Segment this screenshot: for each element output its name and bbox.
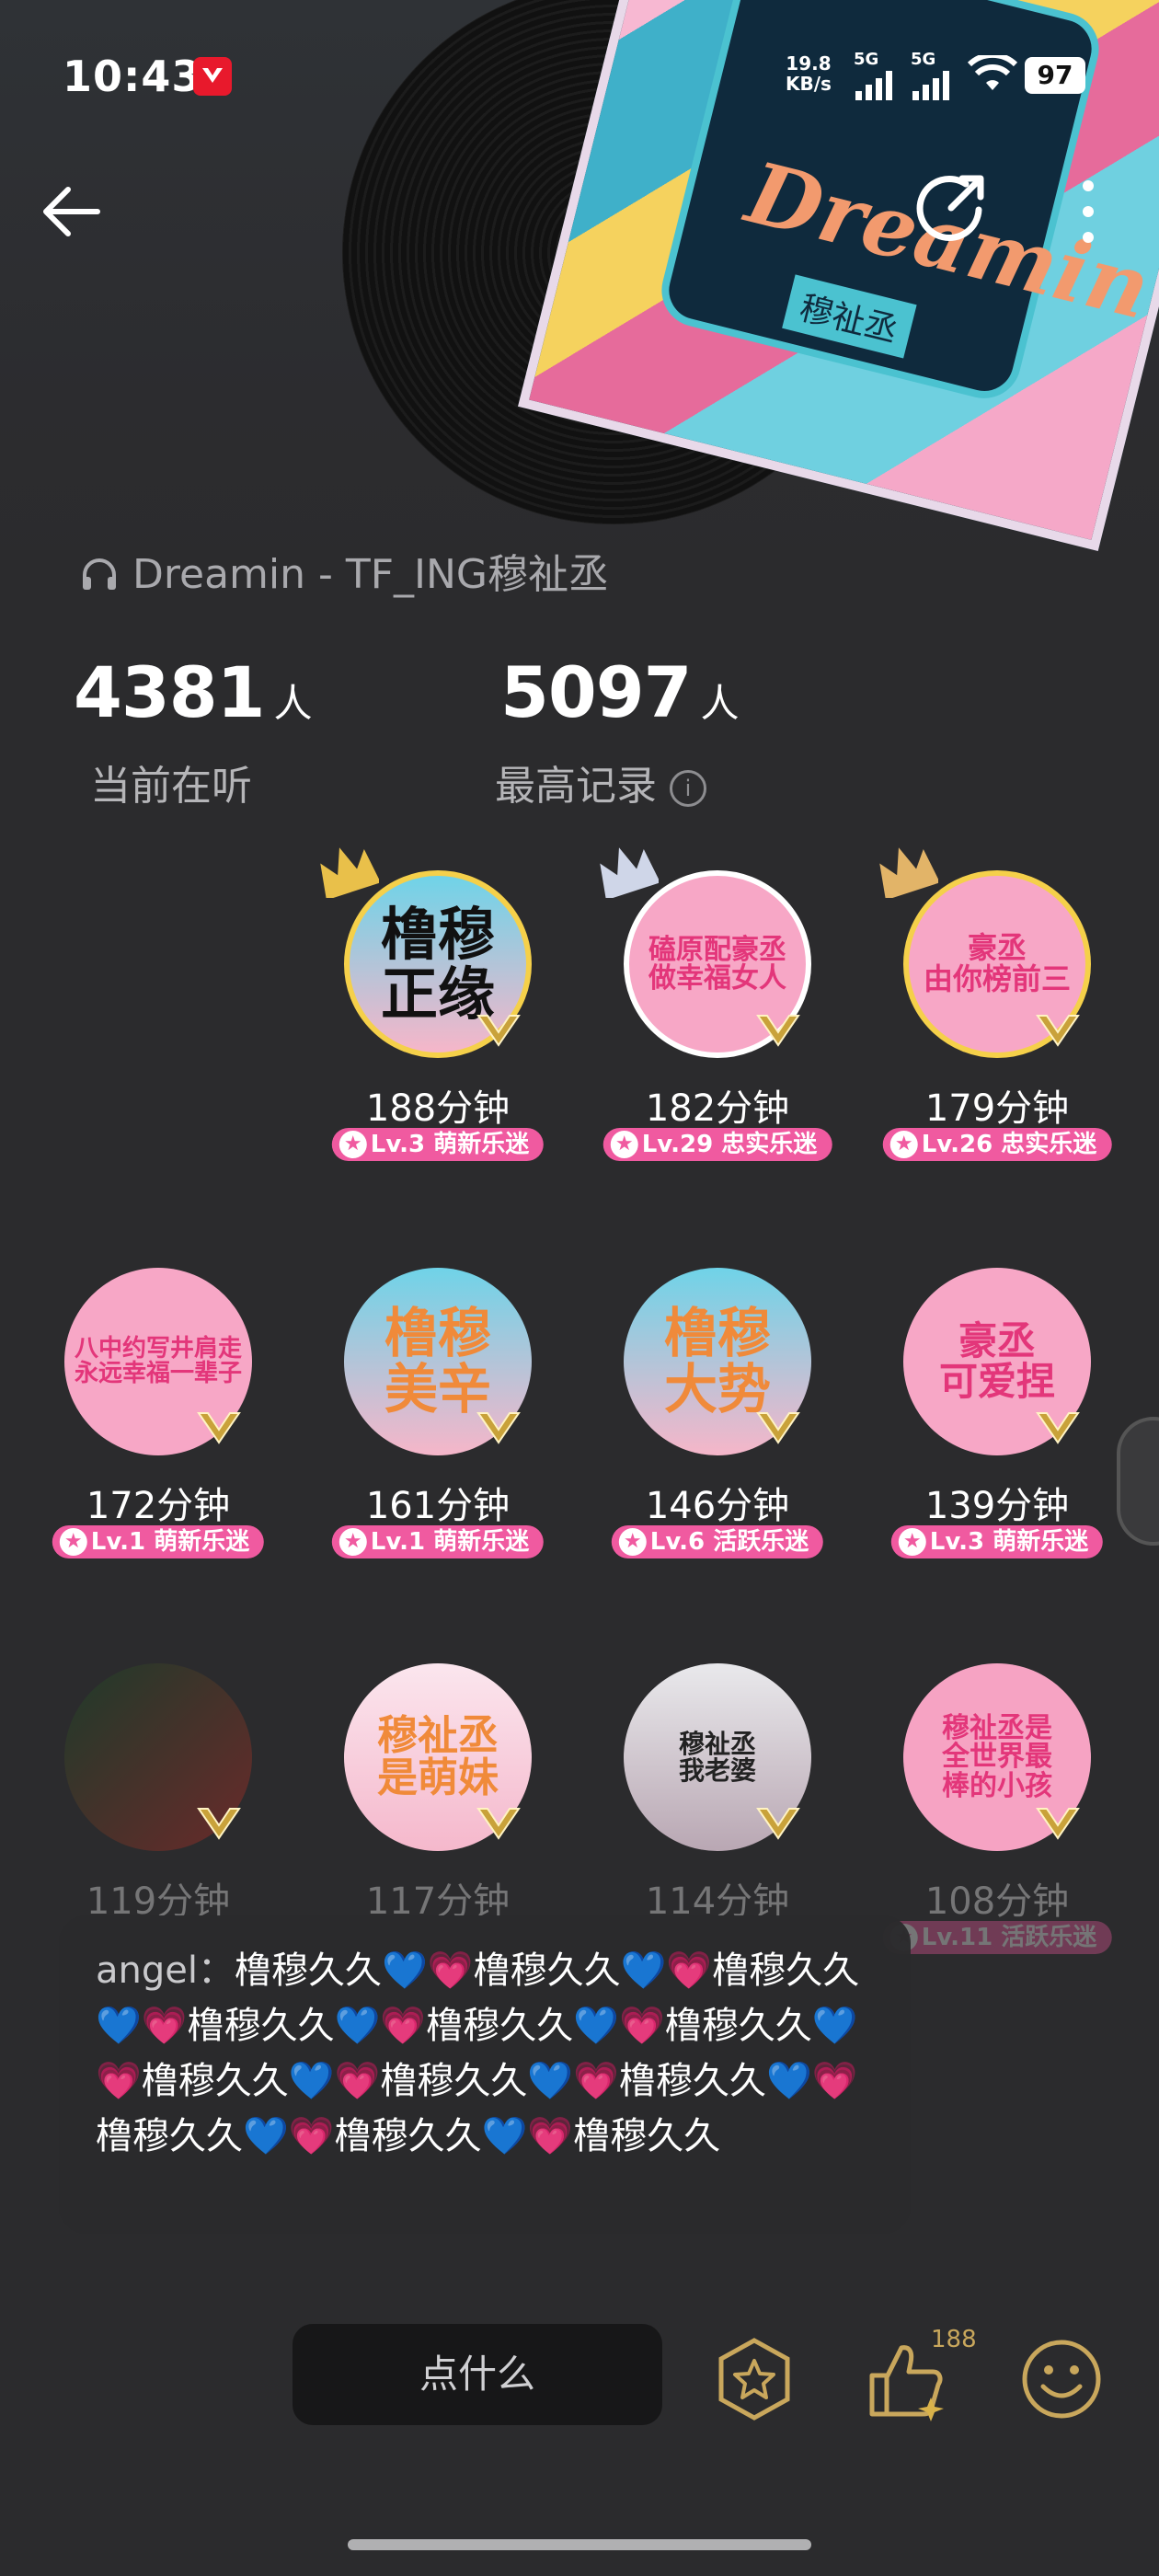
signal-icon-1: 5G bbox=[854, 50, 898, 104]
listen-minutes: 139分钟 bbox=[924, 1485, 1070, 1527]
info-icon[interactable]: i bbox=[670, 770, 706, 807]
status-bar: 10:43 19.8 KB/s 5G 5G 97 bbox=[0, 0, 1159, 147]
fan-level-badge: Lv.1 萌新乐迷 bbox=[52, 1525, 265, 1558]
vip-badge-icon bbox=[1036, 1412, 1080, 1444]
signal-1-label: 5G bbox=[854, 50, 879, 69]
crown-icon bbox=[320, 847, 379, 898]
current-listeners-stat: 4381 人 当前在听 bbox=[74, 651, 313, 810]
listener-card[interactable]: 磕原配豪丞 做幸福女人182分钟Lv.29 忠实乐迷 bbox=[580, 847, 855, 1202]
net-speed-value: 19.8 bbox=[786, 52, 832, 75]
vip-badge-icon bbox=[476, 1808, 521, 1840]
fan-level-badge: Lv.3 萌新乐迷 bbox=[331, 1128, 545, 1161]
vip-badge-icon bbox=[756, 1015, 800, 1047]
battery-indicator: 97 bbox=[1025, 57, 1085, 94]
vip-badge-icon bbox=[1036, 1015, 1080, 1047]
share-icon[interactable] bbox=[911, 167, 992, 248]
comment-colon: ： bbox=[197, 1949, 235, 1992]
emoji-smile-icon[interactable] bbox=[1016, 2333, 1107, 2425]
notification-app-icon bbox=[193, 57, 232, 96]
wifi-icon bbox=[968, 55, 1017, 90]
record-listeners-stat: 5097 人 最高记录 i bbox=[495, 651, 740, 810]
like-count: 188 bbox=[931, 2326, 977, 2353]
fan-level-badge: Lv.11 活跃乐迷 bbox=[882, 1921, 1112, 1954]
net-speed: 19.8 KB/s bbox=[786, 53, 832, 94]
listener-card[interactable]: 豪丞 由你榜前三179分钟Lv.26 忠实乐迷 bbox=[859, 847, 1135, 1202]
floating-avatar-bubble[interactable] bbox=[1117, 1417, 1159, 1546]
record-listeners-label: 最高记录 i bbox=[495, 753, 706, 811]
vip-badge-icon bbox=[756, 1808, 800, 1840]
record-listeners-value: 5097 bbox=[500, 651, 693, 733]
crown-icon bbox=[600, 847, 659, 898]
listener-card[interactable]: 橹穆 正缘188分钟Lv.3 萌新乐迷 bbox=[300, 847, 576, 1202]
listen-minutes: 188分钟 bbox=[365, 1087, 511, 1130]
listen-minutes: 179分钟 bbox=[924, 1087, 1070, 1130]
listen-minutes: 182分钟 bbox=[645, 1087, 790, 1130]
listen-minutes: 172分钟 bbox=[86, 1485, 231, 1527]
fan-level-badge: Lv.3 萌新乐迷 bbox=[890, 1525, 1104, 1558]
comment-overlay[interactable]: angel：橹穆久久💙💗橹穆久久💙💗橹穆久久💙💗橹穆久久💙💗橹穆久久💙💗橹穆久久… bbox=[59, 1915, 911, 2234]
fan-level-badge: Lv.29 忠实乐迷 bbox=[602, 1128, 832, 1161]
listener-card[interactable]: 橹穆 美辛161分钟Lv.1 萌新乐迷 bbox=[300, 1268, 576, 1599]
record-label-text: 最高记录 bbox=[495, 763, 657, 810]
vip-badge-icon bbox=[197, 1412, 241, 1444]
current-listeners-value: 4381 bbox=[74, 651, 266, 733]
song-title: Dreamin - TF_ING穆祉丞 bbox=[132, 551, 610, 598]
vip-badge-icon bbox=[756, 1412, 800, 1444]
comment-input[interactable]: 点什么 bbox=[293, 2324, 662, 2425]
now-playing-song[interactable]: Dreamin - TF_ING穆祉丞 bbox=[79, 541, 609, 600]
listener-card[interactable]: 八中约写井肩走 永远幸福一辈子172分钟Lv.1 萌新乐迷 bbox=[20, 1268, 296, 1599]
comment-user: angel bbox=[96, 1949, 198, 1992]
vip-badge-icon bbox=[476, 1412, 521, 1444]
signal-2-label: 5G bbox=[911, 50, 936, 69]
listen-minutes: 108分钟 bbox=[924, 1880, 1070, 1923]
net-speed-unit: KB/s bbox=[786, 73, 832, 95]
vip-badge-icon bbox=[197, 1808, 241, 1840]
bottom-bar: 点什么 188 bbox=[0, 2300, 1159, 2576]
listener-card[interactable]: 橹穆 大势146分钟Lv.6 活跃乐迷 bbox=[580, 1268, 855, 1599]
listener-card[interactable]: 豪丞 可爱捏139分钟Lv.3 萌新乐迷 bbox=[859, 1268, 1135, 1599]
home-indicator[interactable] bbox=[348, 2539, 811, 2550]
headphones-icon bbox=[83, 558, 116, 590]
record-listeners-unit: 人 bbox=[700, 681, 740, 726]
current-listeners-unit: 人 bbox=[273, 681, 313, 726]
fan-level-badge: Lv.26 忠实乐迷 bbox=[882, 1128, 1112, 1161]
crown-icon bbox=[879, 847, 938, 898]
current-listeners-label: 当前在听 bbox=[90, 763, 252, 810]
fan-level-badge: Lv.6 活跃乐迷 bbox=[611, 1525, 824, 1558]
comment-text: angel：橹穆久久💙💗橹穆久久💙💗橹穆久久💙💗橹穆久久💙💗橹穆久久💙💗橹穆久久… bbox=[96, 1943, 887, 2164]
star-badge-icon[interactable] bbox=[708, 2333, 800, 2425]
fan-level-badge: Lv.1 萌新乐迷 bbox=[331, 1525, 545, 1558]
listen-minutes: 146分钟 bbox=[645, 1485, 790, 1527]
back-arrow-icon[interactable] bbox=[37, 175, 110, 248]
more-options-icon[interactable] bbox=[1074, 175, 1102, 248]
signal-icon-2: 5G bbox=[911, 50, 955, 104]
vip-badge-icon bbox=[476, 1015, 521, 1047]
listen-minutes: 161分钟 bbox=[365, 1485, 511, 1527]
cover-artist: 穆祉丞 bbox=[782, 274, 917, 359]
status-time: 10:43 bbox=[63, 52, 202, 101]
vip-badge-icon bbox=[1036, 1808, 1080, 1840]
